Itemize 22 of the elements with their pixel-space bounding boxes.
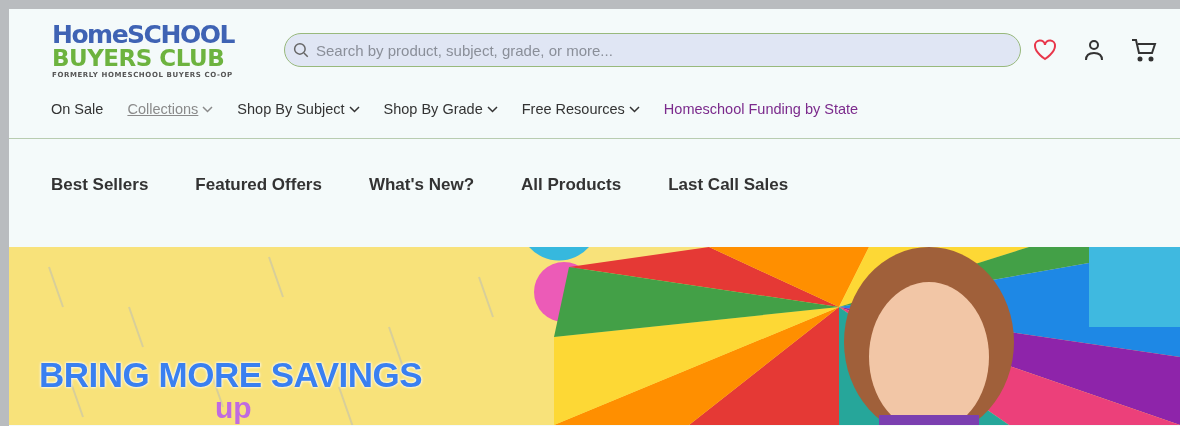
search-field[interactable]: Search by product, subject, grade, or more... xyxy=(284,33,1021,67)
nav-link[interactable]: Shop By Grade xyxy=(383,101,498,117)
category-link[interactable]: Best Sellers xyxy=(51,175,149,195)
logo-title[interactable]: HomeSCHOOL xyxy=(52,21,259,47)
category-link[interactable]: Last Call Sales xyxy=(668,175,789,195)
nav-link[interactable]: Free Resources xyxy=(521,101,640,117)
banner-headline: BRING MORE SAVINGS xyxy=(39,355,423,395)
wishlist-heart-icon[interactable] xyxy=(1033,39,1057,61)
category-link[interactable]: What's New? xyxy=(368,175,475,195)
nav-link[interactable]: Homeschool Funding by State xyxy=(663,101,859,117)
search-icon xyxy=(292,41,310,59)
banner-subline: up xyxy=(215,393,252,423)
chevron-down-icon xyxy=(628,105,640,113)
account-icon[interactable] xyxy=(1083,39,1105,61)
nav-link[interactable]: On Sale xyxy=(51,101,104,117)
chevron-down-icon xyxy=(202,105,214,113)
category-link[interactable]: All Products xyxy=(521,175,622,195)
cart-icon[interactable] xyxy=(1131,38,1157,62)
nav-link[interactable]: Shop By Subject xyxy=(237,101,360,117)
category-link[interactable]: Featured Offers xyxy=(195,175,322,195)
chevron-down-icon xyxy=(348,105,360,113)
chevron-down-icon xyxy=(486,105,498,113)
